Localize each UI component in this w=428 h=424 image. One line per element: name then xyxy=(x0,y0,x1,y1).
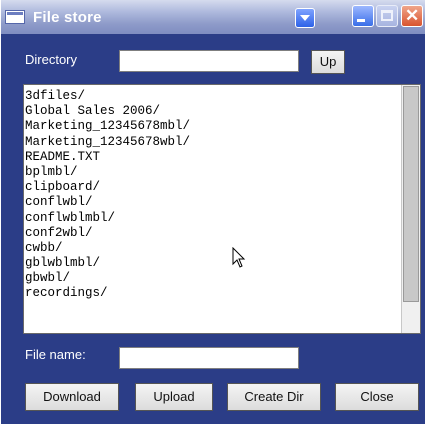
file-store-window: File store ✕ Directory Up 3dfiles/Global… xyxy=(1,0,425,424)
directory-input[interactable] xyxy=(119,50,299,72)
list-item[interactable]: clipboard/ xyxy=(25,180,190,195)
list-item[interactable]: Marketing_12345678wbl/ xyxy=(25,135,190,150)
list-item[interactable]: bplmbl/ xyxy=(25,165,190,180)
list-item[interactable]: README.TXT xyxy=(25,150,190,165)
list-item[interactable]: conflwbl/ xyxy=(25,195,190,210)
list-item[interactable]: gblwblmbl/ xyxy=(25,256,190,271)
window-title: File store xyxy=(33,9,102,26)
scrollbar-thumb[interactable] xyxy=(403,86,419,302)
file-name-input[interactable] xyxy=(119,347,299,369)
list-item[interactable]: conf2wbl/ xyxy=(25,226,190,241)
close-icon[interactable]: ✕ xyxy=(401,5,423,27)
list-item[interactable]: Marketing_12345678mbl/ xyxy=(25,119,190,134)
window-icon xyxy=(5,10,25,24)
list-item[interactable]: gbwbl/ xyxy=(25,271,190,286)
create-dir-button[interactable]: Create Dir xyxy=(227,383,321,411)
list-item[interactable]: cwbb/ xyxy=(25,241,190,256)
upload-button[interactable]: Upload xyxy=(135,383,213,411)
close-button[interactable]: Close xyxy=(335,383,419,411)
file-name-label: File name: xyxy=(25,347,86,362)
up-button[interactable]: Up xyxy=(311,50,345,74)
list-item[interactable]: recordings/ xyxy=(25,286,190,301)
title-bar[interactable]: File store ✕ xyxy=(1,0,425,34)
list-item[interactable]: conflwblmbl/ xyxy=(25,211,190,226)
dropdown-arrow-icon[interactable] xyxy=(295,8,315,28)
list-item[interactable]: 3dfiles/ xyxy=(25,89,190,104)
maximize-icon[interactable] xyxy=(376,5,398,27)
list-item[interactable]: Global Sales 2006/ xyxy=(25,104,190,119)
mouse-pointer-icon xyxy=(232,247,246,268)
minimize-icon[interactable] xyxy=(352,5,374,27)
file-list[interactable]: 3dfiles/Global Sales 2006/Marketing_1234… xyxy=(23,84,421,334)
download-button[interactable]: Download xyxy=(25,383,119,411)
file-list-items: 3dfiles/Global Sales 2006/Marketing_1234… xyxy=(25,89,190,302)
scrollbar[interactable] xyxy=(401,85,420,333)
directory-label: Directory xyxy=(25,52,78,67)
